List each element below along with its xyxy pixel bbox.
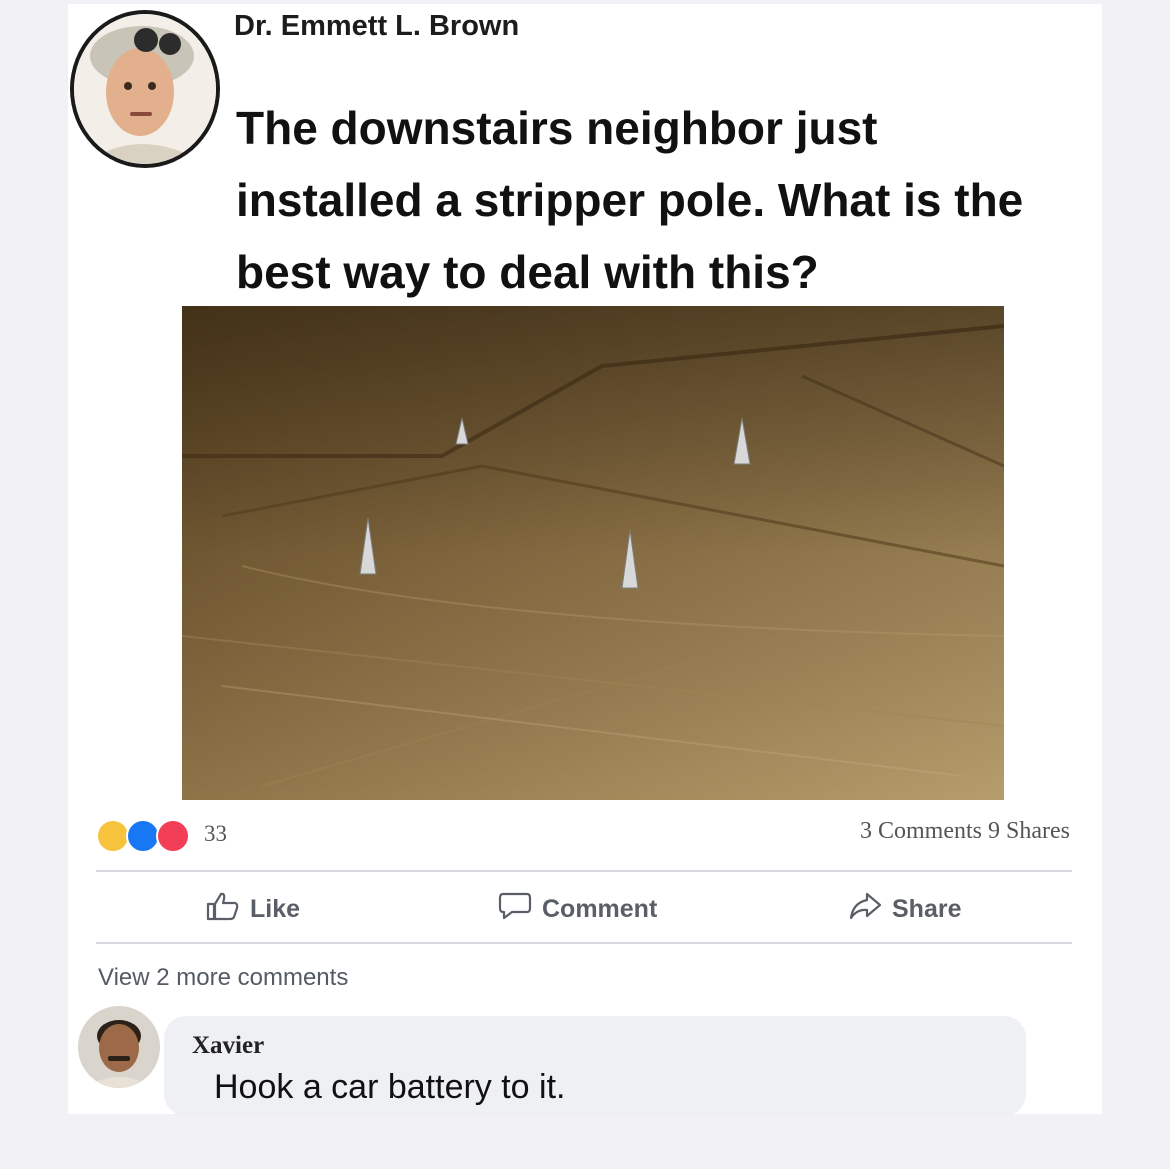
- comment-bubble: Xavier Hook a car battery to it.: [164, 1016, 1026, 1116]
- like-label: Like: [250, 894, 301, 923]
- comment-button[interactable]: Comment: [498, 876, 657, 942]
- like-button[interactable]: Like: [206, 876, 300, 942]
- comments-shares-count[interactable]: 3 Comments 9 Shares: [860, 818, 1070, 845]
- reaction-count: 33: [204, 821, 227, 846]
- author-avatar[interactable]: [70, 10, 220, 168]
- comment-label: Comment: [542, 894, 658, 923]
- reactions-summary[interactable]: 33: [96, 816, 227, 853]
- commenter-avatar[interactable]: [78, 1006, 160, 1088]
- post-photo[interactable]: [182, 306, 1004, 800]
- view-more-comments-link[interactable]: View 2 more comments: [98, 964, 348, 992]
- like-icon: [126, 819, 160, 853]
- divider: [96, 870, 1072, 872]
- commenter-name[interactable]: Xavier: [192, 1032, 264, 1060]
- reaction-icons: [96, 817, 198, 853]
- post-card: Dr. Emmett L. Brown The downstairs neigh…: [68, 4, 1102, 1116]
- action-bar: Like Comment Share: [96, 876, 1072, 942]
- comment-text: Hook a car battery to it.: [214, 1068, 566, 1106]
- share-arrow-icon: [848, 891, 882, 928]
- speech-bubble-icon: [498, 891, 532, 928]
- thumbs-up-icon: [206, 891, 240, 928]
- love-icon: [156, 819, 190, 853]
- share-label: Share: [892, 894, 962, 923]
- author-name[interactable]: Dr. Emmett L. Brown: [234, 10, 519, 43]
- divider: [96, 942, 1072, 944]
- haha-icon: [96, 819, 130, 853]
- post-text: The downstairs neighbor just installed a…: [236, 102, 1024, 298]
- share-button[interactable]: Share: [848, 876, 961, 942]
